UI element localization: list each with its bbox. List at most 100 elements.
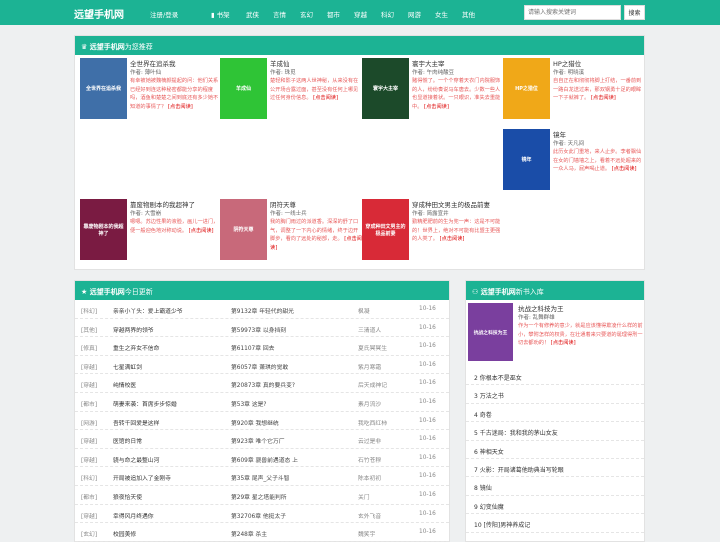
list-item[interactable]: 8 镜仙 xyxy=(466,477,644,496)
row-chapter[interactable]: 第923章 唯个它万厂 xyxy=(231,436,285,445)
book-title[interactable]: 穿成种田文男主的极品前妻 xyxy=(412,199,490,209)
row-author[interactable]: 关门 xyxy=(358,492,370,501)
row-author[interactable]: 夏氏冥冥生 xyxy=(358,343,387,352)
rank-title[interactable]: 5 千古迷局：我和我的茅山女友 xyxy=(474,428,558,437)
row-author[interactable]: 陈本初初 xyxy=(358,473,381,482)
row-author[interactable]: 玄外飞音 xyxy=(358,511,381,520)
list-item[interactable]: 7 火影：开局诸葛他助典当写轮眼 xyxy=(466,459,644,478)
rank-title[interactable]: 4 奇卷 xyxy=(474,410,492,419)
row-category[interactable]: [科幻] xyxy=(81,306,97,315)
row-chapter[interactable]: 第920章 我想继统 xyxy=(231,418,279,427)
site-logo[interactable]: 远望手机网 xyxy=(74,6,124,21)
book-cover[interactable]: 羊成仙 xyxy=(220,58,267,119)
rank-title[interactable]: 6 神相天女 xyxy=(474,447,504,456)
read-link[interactable]: [点击阅读] xyxy=(440,236,465,242)
book-title[interactable]: 寰宇大主宰 xyxy=(412,58,445,68)
row-category[interactable]: [穿越] xyxy=(81,362,97,371)
list-item[interactable]: 6 神相天女 xyxy=(466,441,644,459)
nav-timetravel[interactable]: 穿越 xyxy=(354,9,381,19)
row-book-title[interactable]: 吾转千回爱是这样 xyxy=(113,418,159,427)
book-title[interactable]: HP之猎位 xyxy=(553,58,581,68)
row-author[interactable]: 我吃西红柿 xyxy=(358,418,387,427)
row-author[interactable]: 紫月寒霜 xyxy=(358,362,381,371)
rank-title[interactable]: 9 幻变仙魔 xyxy=(474,502,504,511)
row-category[interactable]: [穿越] xyxy=(81,455,97,464)
read-link[interactable]: [点击阅读] xyxy=(551,340,576,346)
row-category[interactable]: [科幻] xyxy=(81,473,97,482)
row-book-title[interactable]: 亲亲小丫头：爱上霸道少爷 xyxy=(113,306,183,315)
row-book-title[interactable]: 穿越两界的领爷 xyxy=(113,325,154,334)
rank-title[interactable]: 10 [传阳]男神养成记 xyxy=(474,520,530,529)
book-cover[interactable]: 靠废物剧本的我超神了 xyxy=(80,199,127,260)
row-author[interactable]: 素月流沙 xyxy=(358,399,381,408)
row-category[interactable]: [修真] xyxy=(81,343,97,352)
read-link[interactable]: [点击阅读] xyxy=(168,104,193,110)
book-cover[interactable]: 阴符天尊 xyxy=(220,199,267,260)
row-chapter[interactable]: 第248章 杀主 xyxy=(231,529,267,538)
row-book-title[interactable]: 幸得风月终遇你 xyxy=(113,511,154,520)
book-cover[interactable]: HP之猎位 xyxy=(503,58,550,119)
list-item[interactable]: 4 奇卷 xyxy=(466,404,644,423)
nav-female[interactable]: 女生 xyxy=(435,9,462,19)
read-link[interactable]: [点击阅读] xyxy=(424,104,449,110)
row-category[interactable]: [网游] xyxy=(81,418,97,427)
search-input[interactable] xyxy=(524,5,621,20)
read-link[interactable]: [点击阅读] xyxy=(591,95,616,101)
book-title[interactable]: 全世界在追杀我 xyxy=(130,58,176,68)
row-book-title[interactable]: 七星满虹剑 xyxy=(113,362,142,371)
search-button[interactable]: 搜索 xyxy=(624,5,645,20)
row-category[interactable]: [都市] xyxy=(81,492,97,501)
row-chapter[interactable]: 第35章 尾声_父子斗智 xyxy=(231,473,290,482)
row-chapter[interactable]: 第53章 这是? xyxy=(231,399,266,408)
list-item[interactable]: 10 [传阳]男神养成记 xyxy=(466,514,644,533)
row-book-title[interactable]: 纯情校医 xyxy=(113,380,136,389)
row-chapter[interactable]: 第29章 星之塔能判所 xyxy=(231,492,287,501)
book-title[interactable]: 抗战之科技为王 xyxy=(518,303,564,313)
list-item[interactable]: 9 幻变仙魔 xyxy=(466,496,644,515)
row-category[interactable]: [其他] xyxy=(81,325,97,334)
nav-wuxia[interactable]: 武侠 xyxy=(246,9,273,19)
row-book-title[interactable]: 狼夜恰天使 xyxy=(113,492,142,501)
row-book-title[interactable]: 重生之弃女不信命 xyxy=(113,343,159,352)
book-title[interactable]: 镜年 xyxy=(553,129,566,139)
nav-scifi[interactable]: 科幻 xyxy=(381,9,408,19)
row-category[interactable]: [穿越] xyxy=(81,436,97,445)
row-category[interactable]: [穿越] xyxy=(81,380,97,389)
book-cover[interactable]: 抗战之科技为王 xyxy=(468,303,513,361)
row-author[interactable]: 三清道人 xyxy=(358,325,381,334)
nav-online-game[interactable]: 网游 xyxy=(408,9,435,19)
row-book-title[interactable]: 医馆的日常 xyxy=(113,436,142,445)
read-link[interactable]: [点击阅读] xyxy=(189,228,214,234)
row-author[interactable]: 石竹苍穆 xyxy=(358,455,381,464)
book-title[interactable]: 靠废物剧本的我超神了 xyxy=(130,199,195,209)
row-category[interactable]: [穿越] xyxy=(81,511,97,520)
list-item[interactable]: 5 千古迷局：我和我的茅山女友 xyxy=(466,422,644,441)
row-author[interactable]: 云过是非 xyxy=(358,436,381,445)
row-book-title[interactable]: 萌妻来袭：首席步步惊婚 xyxy=(113,399,177,408)
nav-fantasy[interactable]: 玄幻 xyxy=(300,9,327,19)
rank-title[interactable]: 2 你根本不是巫女 xyxy=(474,373,522,382)
row-chapter[interactable]: 第9132章 年轻代的甜光 xyxy=(231,306,294,315)
nav-urban[interactable]: 都市 xyxy=(327,9,354,19)
row-category[interactable]: [玄幻] xyxy=(81,529,97,538)
list-item[interactable]: 2 你根本不是巫女 xyxy=(466,367,644,386)
list-item[interactable]: 3 万法之书 xyxy=(466,385,644,404)
row-book-title[interactable]: 校园美修 xyxy=(113,529,136,538)
book-cover[interactable]: 穿成种田文男主的极品前妻 xyxy=(362,199,409,260)
read-link[interactable]: [点击阅读] xyxy=(612,166,637,172)
row-author[interactable]: 后天成神记 xyxy=(358,380,387,389)
book-title[interactable]: 阴符天尊 xyxy=(270,199,296,209)
row-author[interactable]: 魏笑宇 xyxy=(358,529,375,538)
row-chapter[interactable]: 第59973章 以身挡刻 xyxy=(231,325,286,334)
nav-romance[interactable]: 言情 xyxy=(273,9,300,19)
row-chapter[interactable]: 第6057章 萧琪的觉敢 xyxy=(231,362,288,371)
read-link[interactable]: [点击阅读] xyxy=(313,95,338,101)
nav-bookshelf[interactable]: ▮ 书架 xyxy=(211,9,238,19)
row-book-title[interactable]: 骁与命之最整山河 xyxy=(113,455,159,464)
row-chapter[interactable]: 第609章 骁兽前遇道态 上 xyxy=(231,455,298,464)
row-chapter[interactable]: 第32706章 他挺太子 xyxy=(231,511,286,520)
row-book-title[interactable]: 开局被追加入了金刚寺 xyxy=(113,473,171,482)
rank-title[interactable]: 3 万法之书 xyxy=(474,391,504,400)
book-cover[interactable]: 镜年 xyxy=(503,129,550,190)
row-category[interactable]: [都市] xyxy=(81,399,97,408)
